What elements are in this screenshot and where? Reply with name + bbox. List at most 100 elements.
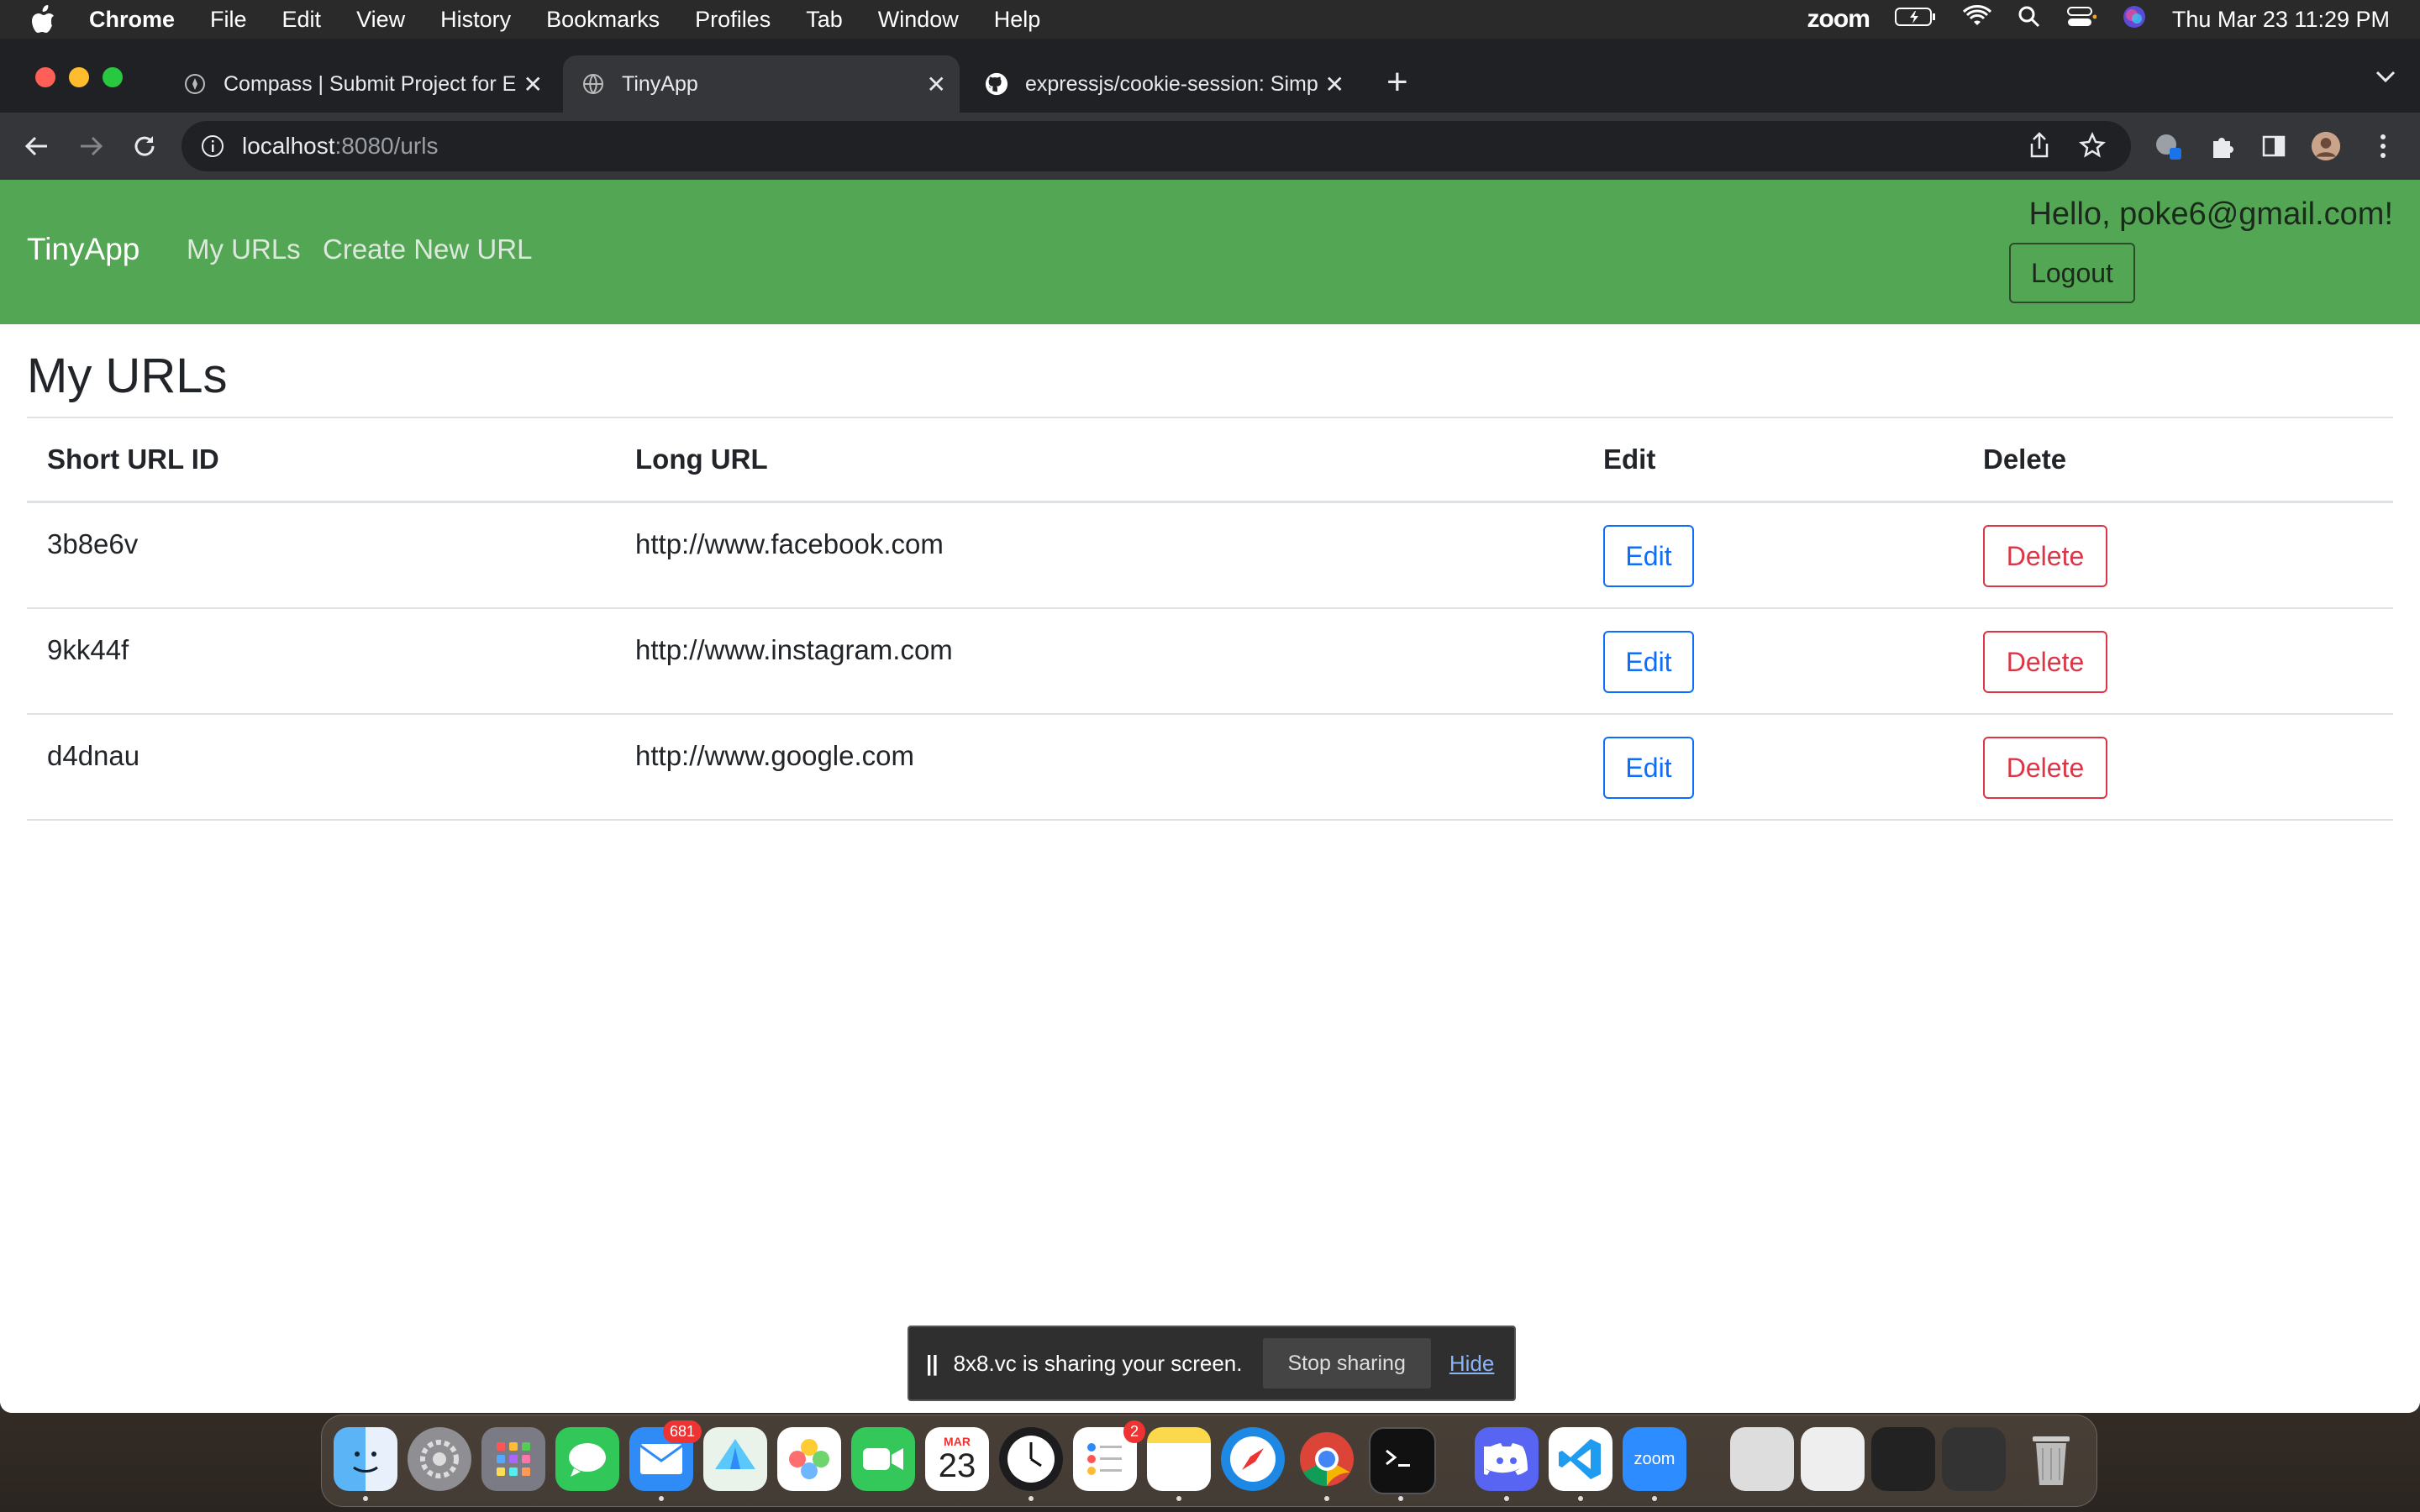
chrome-menu-icon[interactable] — [2368, 131, 2398, 161]
hide-banner-link[interactable]: Hide — [1449, 1351, 1494, 1377]
wifi-icon[interactable] — [1962, 4, 1992, 34]
table-header-row: Short URL ID Long URL Edit Delete — [27, 417, 2393, 503]
edit-button[interactable]: Edit — [1603, 525, 1694, 587]
finder-icon[interactable] — [334, 1427, 397, 1491]
notes-icon[interactable] — [1147, 1427, 1211, 1491]
reminders-icon[interactable]: 2 — [1073, 1420, 1145, 1491]
menu-profiles[interactable]: Profiles — [695, 7, 771, 33]
nav-create-new-url[interactable]: Create New URL — [323, 234, 532, 265]
maps-icon[interactable] — [703, 1427, 767, 1491]
share-icon[interactable] — [2027, 131, 2052, 164]
address-bar[interactable]: localhost:8080/urls — [182, 121, 2131, 171]
running-indicator — [1324, 1496, 1329, 1501]
tab-tinyapp[interactable]: TinyApp ✕ — [563, 55, 960, 113]
reminders-badge: 2 — [1123, 1420, 1145, 1443]
recent-window-thumbnail-icon[interactable] — [1942, 1427, 2006, 1491]
tab-compass[interactable]: Compass | Submit Project for E ✕ — [165, 55, 556, 113]
brand-link[interactable]: TinyApp — [27, 232, 139, 267]
maximize-window-button[interactable] — [103, 67, 123, 87]
url-host: localhost — [242, 133, 335, 159]
url-text: localhost:8080/urls — [242, 133, 438, 160]
omnibox-actions — [2027, 131, 2106, 164]
close-window-button[interactable] — [35, 67, 55, 87]
spotlight-search-icon[interactable] — [2018, 5, 2041, 34]
page-title: My URLs — [27, 349, 228, 403]
chrome-icon[interactable] — [1295, 1427, 1359, 1491]
extension-badge-icon[interactable] — [2153, 131, 2183, 161]
messages-icon[interactable] — [555, 1427, 619, 1491]
clock-icon[interactable] — [999, 1427, 1063, 1491]
short-url-id[interactable]: 9kk44f — [47, 634, 615, 666]
discord-icon[interactable] — [1475, 1427, 1539, 1491]
zoom-app-icon[interactable]: zoom — [1623, 1427, 1686, 1491]
menu-bookmarks[interactable]: Bookmarks — [546, 7, 660, 33]
tab-title: expressjs/cookie-session: Simp — [1025, 71, 1318, 96]
back-arrow-icon[interactable] — [22, 131, 52, 161]
site-info-icon[interactable] — [200, 134, 225, 159]
close-tab-icon[interactable]: ✕ — [1325, 71, 1344, 98]
table-row: 9kk44f http://www.instagram.com Edit Del… — [27, 608, 2393, 715]
vscode-icon[interactable] — [1549, 1427, 1612, 1491]
short-url-id[interactable]: 3b8e6v — [47, 528, 615, 560]
menu-view[interactable]: View — [356, 7, 405, 33]
menu-history[interactable]: History — [440, 7, 511, 33]
mail-icon[interactable]: 681 — [629, 1420, 702, 1491]
bookmark-star-icon[interactable] — [2079, 131, 2106, 163]
stop-sharing-button[interactable]: Stop sharing — [1262, 1338, 1431, 1389]
running-indicator — [1578, 1496, 1583, 1501]
menu-help[interactable]: Help — [994, 7, 1041, 33]
profile-avatar[interactable] — [2311, 131, 2341, 161]
siri-icon[interactable] — [2122, 4, 2147, 35]
long-url: http://www.facebook.com — [635, 528, 944, 559]
battery-icon[interactable] — [1894, 6, 1937, 34]
short-url-id[interactable]: d4dnau — [47, 740, 615, 772]
table-row: 3b8e6v http://www.facebook.com Edit Dele… — [27, 501, 2393, 609]
url-path: :8080/urls — [334, 133, 439, 159]
delete-button[interactable]: Delete — [1983, 631, 2107, 693]
extensions-puzzle-icon[interactable] — [2207, 131, 2237, 161]
safari-icon[interactable] — [1221, 1427, 1285, 1491]
downloads-stack-icon[interactable] — [1730, 1427, 1794, 1491]
browser-toolbar: localhost:8080/urls — [0, 113, 2420, 180]
logout-button[interactable]: Logout — [2009, 243, 2135, 303]
running-indicator — [1028, 1496, 1034, 1501]
launchpad-icon[interactable] — [481, 1427, 545, 1491]
nav-my-urls[interactable]: My URLs — [187, 234, 301, 265]
forward-arrow-icon[interactable] — [76, 131, 106, 161]
zoom-status-icon[interactable]: zoom — [1807, 5, 1870, 34]
menu-app-name[interactable]: Chrome — [89, 7, 175, 33]
trash-icon[interactable] — [2019, 1427, 2083, 1491]
menubar-clock[interactable]: Thu Mar 23 11:29 PM — [2172, 7, 2390, 33]
delete-button[interactable]: Delete — [1983, 737, 2107, 799]
tab-search-chevron-icon[interactable] — [2375, 69, 2396, 88]
edit-button[interactable]: Edit — [1603, 737, 1694, 799]
control-center-icon[interactable] — [2066, 5, 2097, 34]
side-panel-icon[interactable] — [2259, 131, 2289, 161]
new-tab-button[interactable]: + — [1386, 64, 1408, 101]
system-preferences-icon[interactable] — [408, 1427, 471, 1491]
tab-title: TinyApp — [622, 71, 698, 96]
recent-window-thumbnail-icon[interactable] — [1801, 1427, 1865, 1491]
photos-icon[interactable] — [777, 1427, 841, 1491]
running-indicator — [1504, 1496, 1509, 1501]
tab-title: Compass | Submit Project for E — [224, 71, 517, 96]
facetime-icon[interactable] — [851, 1427, 915, 1491]
apple-logo-icon[interactable] — [30, 4, 57, 34]
drag-handle-icon[interactable]: || — [926, 1351, 939, 1377]
menu-file[interactable]: File — [210, 7, 247, 33]
calendar-icon[interactable]: MAR 23 — [925, 1427, 989, 1491]
edit-button[interactable]: Edit — [1603, 631, 1694, 693]
close-tab-icon[interactable]: ✕ — [927, 71, 946, 98]
menu-tab[interactable]: Tab — [806, 7, 843, 33]
mail-unread-badge: 681 — [662, 1420, 702, 1443]
menu-edit[interactable]: Edit — [282, 7, 322, 33]
menu-window[interactable]: Window — [878, 7, 959, 33]
long-url: http://www.google.com — [635, 740, 914, 771]
reload-icon[interactable] — [129, 131, 160, 161]
close-tab-icon[interactable]: ✕ — [523, 71, 543, 98]
tab-github[interactable]: expressjs/cookie-session: Simp ✕ — [966, 55, 1358, 113]
delete-button[interactable]: Delete — [1983, 525, 2107, 587]
minimize-window-button[interactable] — [69, 67, 89, 87]
recent-window-thumbnail-icon[interactable] — [1871, 1427, 1935, 1491]
terminal-icon[interactable] — [1369, 1427, 1436, 1494]
